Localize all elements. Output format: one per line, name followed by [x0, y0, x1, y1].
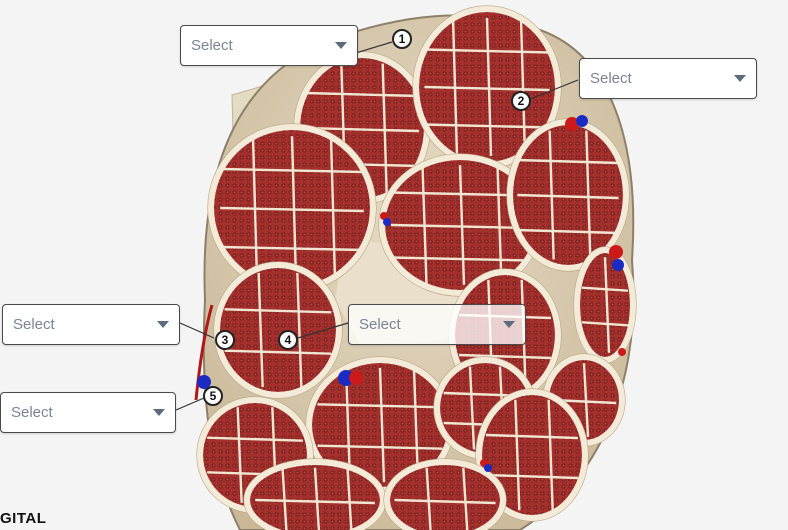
select-placeholder: Select [13, 316, 55, 333]
vein-4 [612, 259, 624, 271]
artery-12 [618, 348, 626, 356]
caret-down-icon [503, 321, 515, 328]
marker-3: 3 [215, 330, 235, 350]
select-placeholder: Select [11, 404, 53, 421]
label-select-3[interactable]: Select [2, 304, 180, 345]
caption-text: GITAL [0, 510, 47, 527]
marker-4: 4 [278, 330, 298, 350]
fascicle-core-6 [220, 268, 336, 392]
marker-5: 5 [203, 386, 223, 406]
vein-9 [383, 218, 391, 226]
artery-3 [609, 245, 623, 259]
label-select-5[interactable]: Select [0, 392, 176, 433]
vein-2 [576, 115, 588, 127]
select-placeholder: Select [359, 316, 401, 333]
marker-2: 2 [511, 91, 531, 111]
caret-down-icon [157, 321, 169, 328]
select-placeholder: Select [191, 37, 233, 54]
label-select-1[interactable]: Select [180, 25, 358, 66]
caret-down-icon [734, 75, 746, 82]
vein-11 [484, 464, 492, 472]
marker-1: 1 [392, 29, 412, 49]
label-select-2[interactable]: Select [579, 58, 757, 99]
caret-down-icon [335, 42, 347, 49]
artery-6 [349, 371, 363, 385]
select-placeholder: Select [590, 70, 632, 87]
label-select-4[interactable]: Select [348, 304, 526, 345]
caret-down-icon [153, 409, 165, 416]
